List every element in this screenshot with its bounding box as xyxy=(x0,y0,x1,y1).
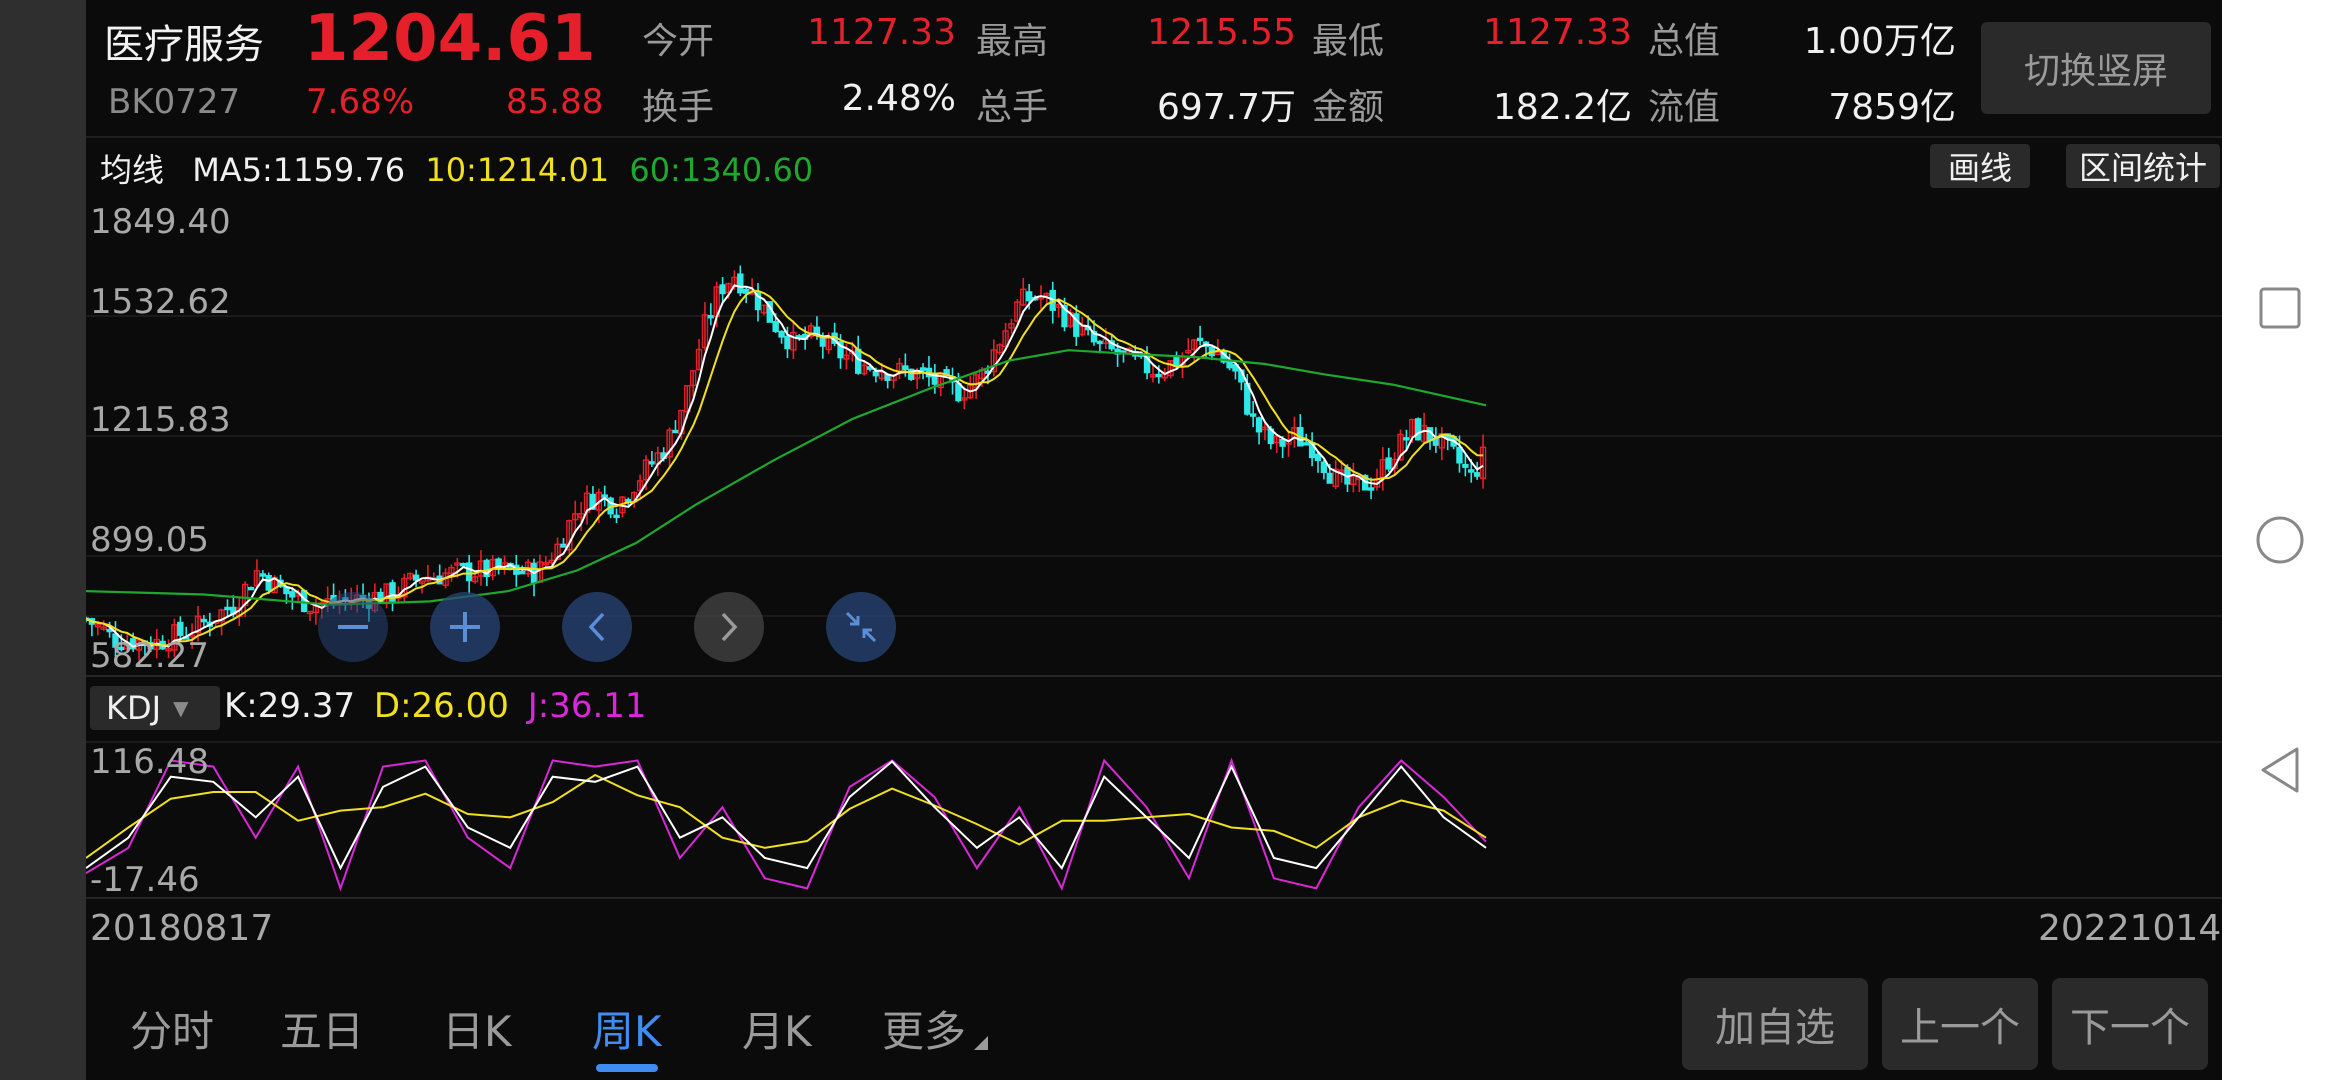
candle-down xyxy=(772,320,779,333)
candle-up xyxy=(1214,351,1221,356)
candle-down xyxy=(1173,356,1180,367)
start-date: 20180817 xyxy=(90,908,274,949)
active-tab-indicator xyxy=(596,1064,658,1072)
candle-down xyxy=(259,573,267,577)
candle-down xyxy=(1279,438,1286,447)
next-button[interactable]: 下一个 xyxy=(2052,978,2208,1070)
more-corner-icon xyxy=(974,1036,988,1050)
zoom-in-button[interactable] xyxy=(430,592,500,662)
kdj-k-line xyxy=(86,760,1487,871)
caret-down-icon: ▼ xyxy=(173,696,189,720)
candle-down xyxy=(519,570,526,575)
plus-icon xyxy=(450,612,480,642)
candle-down xyxy=(1385,457,1392,470)
recent-apps-button[interactable] xyxy=(2250,278,2310,338)
candle-down xyxy=(412,574,420,581)
price-axis-label: 1849.40 xyxy=(90,202,231,242)
candle-down xyxy=(919,367,927,371)
candle-down xyxy=(1320,461,1328,474)
add-watchlist-button[interactable]: 加自选 xyxy=(1682,978,1868,1070)
candle-down xyxy=(460,563,467,567)
candle-down xyxy=(1096,340,1104,345)
kdj-d-value: D:26.00 xyxy=(373,686,509,726)
candle-down xyxy=(737,273,744,294)
chevron-left-icon xyxy=(588,612,605,642)
kdj-j-value: J:36.11 xyxy=(527,686,647,726)
home-button[interactable] xyxy=(2250,510,2310,570)
price-axis-label: 899.05 xyxy=(90,520,209,560)
reset-zoom-button[interactable] xyxy=(826,592,896,662)
candle-down xyxy=(560,543,567,548)
candle-down xyxy=(1367,487,1375,491)
candle-down xyxy=(247,586,255,591)
candle-down xyxy=(1415,418,1422,441)
candle-down xyxy=(1303,442,1310,446)
tab-five-day[interactable]: 五日 xyxy=(280,998,364,1059)
left-gutter xyxy=(0,0,86,1080)
shrink-icon xyxy=(845,611,877,643)
candle-down xyxy=(1155,373,1163,378)
candle-down xyxy=(1326,472,1333,484)
price-axis-label: 1532.62 xyxy=(90,282,231,322)
tab-weekly-k[interactable]: 周K xyxy=(592,998,662,1059)
kline-chart[interactable] xyxy=(86,0,2222,1080)
candle-down xyxy=(613,514,620,519)
candle-down xyxy=(224,606,231,611)
tab-daily-k[interactable]: 日K xyxy=(442,998,512,1059)
price-axis-label: 582.27 xyxy=(90,636,209,676)
kdj-axis-label: -17.46 xyxy=(90,860,200,900)
previous-button[interactable]: 上一个 xyxy=(1882,978,2038,1070)
tab-monthly-k[interactable]: 月K xyxy=(742,998,812,1059)
candle-down xyxy=(672,429,679,434)
indicator-label: KDJ xyxy=(106,689,162,727)
candle-down xyxy=(955,383,962,402)
candle-down xyxy=(265,575,272,591)
candle-down xyxy=(1025,291,1033,302)
kline-screen: 医疗服务 1204.61 BK0727 7.68% 85.88 今开 1127.… xyxy=(86,0,2222,1080)
kdj-d-line xyxy=(86,773,1487,859)
candle-down xyxy=(1462,463,1469,468)
candle-down xyxy=(1226,360,1233,369)
square-icon xyxy=(2259,287,2301,329)
kdj-legend: K:29.37 D:26.00 J:36.11 xyxy=(224,686,647,726)
circle-icon xyxy=(2256,516,2304,564)
candle-down xyxy=(1249,413,1257,417)
candle-down xyxy=(1468,469,1475,473)
tab-intraday[interactable]: 分时 xyxy=(130,998,214,1059)
kdj-k-value: K:29.37 xyxy=(224,686,356,726)
indicator-select[interactable]: KDJ ▼ xyxy=(90,686,220,730)
kdj-axis-label: 116.48 xyxy=(90,742,209,782)
candle-down xyxy=(200,618,208,623)
zoom-out-button[interactable] xyxy=(318,592,388,662)
candle-down xyxy=(465,562,473,582)
chevron-right-icon xyxy=(721,612,738,642)
candle-down xyxy=(289,591,296,598)
candle-down xyxy=(1255,417,1263,433)
minus-icon xyxy=(338,625,368,629)
candle-down xyxy=(177,621,184,636)
back-button[interactable] xyxy=(2250,740,2310,800)
candle-down xyxy=(648,461,656,465)
candle-down xyxy=(719,284,726,295)
scroll-left-button[interactable] xyxy=(562,592,632,662)
candle-down xyxy=(1196,337,1204,342)
candle-down xyxy=(1473,472,1481,477)
candle-down xyxy=(778,330,785,338)
candle-down xyxy=(1456,446,1463,464)
price-axis-label: 1215.83 xyxy=(90,400,231,440)
ma60-line xyxy=(86,349,1487,606)
end-date: 20221014 xyxy=(2038,908,2222,949)
candle-down xyxy=(872,370,880,377)
candle-down xyxy=(784,335,791,350)
candle-down xyxy=(855,348,862,374)
scroll-right-button[interactable] xyxy=(694,592,764,662)
candle-down xyxy=(743,288,750,294)
candle-down xyxy=(1403,437,1410,441)
app-window: 医疗服务 1204.61 BK0727 7.68% 85.88 今开 1127.… xyxy=(0,0,2340,1080)
tab-more[interactable]: 更多 xyxy=(882,998,966,1059)
candle-down xyxy=(902,365,909,370)
triangle-back-icon xyxy=(2261,747,2299,793)
candle-down xyxy=(707,314,715,319)
